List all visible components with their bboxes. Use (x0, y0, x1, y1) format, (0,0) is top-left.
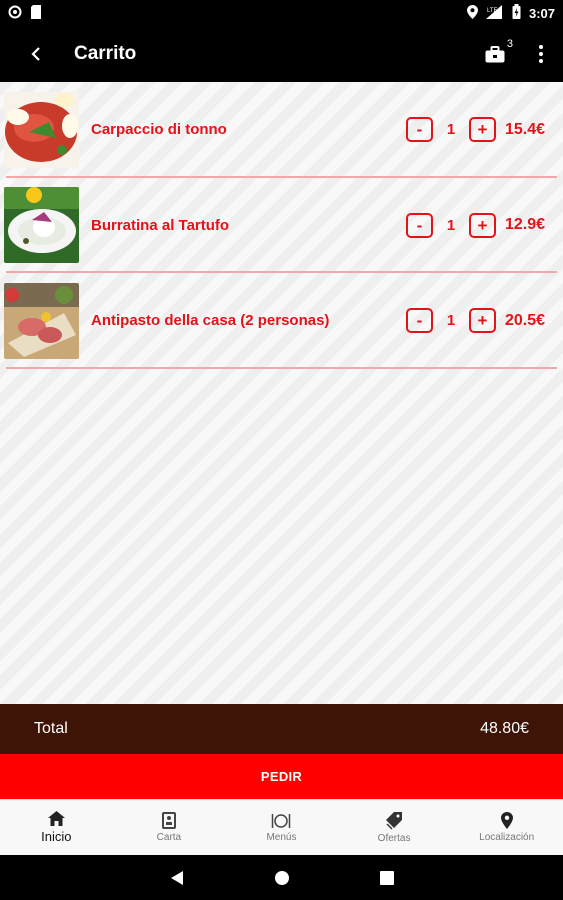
status-time: 3:07 (528, 5, 555, 21)
app-bar: Carrito 3 (0, 26, 563, 82)
quantity-stepper: - 1 + 20.5€ (406, 308, 551, 334)
briefcase-icon (485, 45, 505, 62)
cart-item: Antipasto della casa (2 personas) - 1 + … (0, 273, 563, 369)
item-quantity: 1 (446, 121, 456, 139)
quantity-stepper: - 1 + 12.9€ (406, 212, 551, 238)
cart-button[interactable]: 3 (471, 26, 519, 82)
svg-text:LTE: LTE (487, 8, 498, 14)
nav-item-inicio[interactable]: Inicio (0, 800, 113, 855)
nav-label: Ofertas (377, 832, 411, 844)
item-quantity: 1 (446, 312, 456, 330)
system-back-icon[interactable] (170, 870, 184, 886)
item-name: Carpaccio di tonno (91, 121, 227, 139)
increase-quantity-button[interactable]: + (469, 212, 496, 238)
home-icon (47, 811, 65, 826)
notification-circle-icon (8, 5, 22, 22)
total-bar: Total 48.80€ (0, 704, 563, 754)
cart-list: Carpaccio di tonno - 1 + 15.4€ Burratina… (0, 82, 563, 704)
more-vertical-icon (539, 45, 543, 63)
sd-card-icon (30, 4, 42, 22)
item-price: 20.5€ (505, 311, 546, 329)
tag-icon (386, 811, 403, 830)
item-price: 15.4€ (505, 120, 546, 138)
menu-card-icon (161, 812, 176, 829)
signal-icon: LTE (485, 4, 504, 22)
system-home-icon[interactable] (274, 870, 290, 886)
nav-label: Carta (156, 832, 182, 843)
total-value: 48.80€ (480, 720, 529, 737)
increase-quantity-button[interactable]: + (469, 308, 496, 334)
cart-item: Burratina al Tartufo - 1 + 12.9€ (0, 178, 563, 274)
location-pin-icon (500, 812, 513, 829)
page-title: Carrito (74, 43, 137, 64)
decrease-quantity-button[interactable]: - (406, 117, 433, 143)
dish-icon (272, 813, 291, 828)
total-label: Total (34, 720, 68, 737)
status-bar: LTE 3:07 (0, 0, 563, 26)
nav-item-ofertas[interactable]: Ofertas (338, 800, 451, 855)
item-image-burratina (4, 187, 79, 264)
nav-label: Inicio (41, 829, 72, 844)
back-button[interactable] (8, 26, 64, 82)
increase-quantity-button[interactable]: + (469, 117, 496, 143)
system-navigation-bar (0, 855, 563, 900)
item-price: 12.9€ (505, 216, 546, 234)
more-options-button[interactable] (519, 26, 563, 82)
nav-item-menus[interactable]: Menús (225, 800, 338, 855)
nav-item-localizacion[interactable]: Localización (450, 800, 563, 855)
item-name: Burratina al Tartufo (91, 216, 230, 234)
nav-item-carta[interactable]: Carta (113, 800, 226, 855)
order-button[interactable]: PEDIR (0, 754, 563, 799)
chevron-left-icon (31, 47, 40, 61)
item-image-carpaccio (4, 91, 79, 168)
decrease-quantity-button[interactable]: - (406, 308, 433, 334)
cart-item: Carpaccio di tonno - 1 + 15.4€ (0, 82, 563, 178)
decrease-quantity-button[interactable]: - (406, 212, 433, 238)
bottom-navigation: Inicio Carta Menús Ofertas Localización (0, 799, 563, 855)
location-icon (466, 4, 478, 22)
battery-icon (512, 4, 521, 22)
system-recents-icon[interactable] (379, 870, 394, 885)
item-quantity: 1 (446, 216, 456, 234)
item-image-antipasto (4, 282, 79, 359)
nav-label: Localización (479, 832, 535, 843)
quantity-stepper: - 1 + 15.4€ (406, 117, 551, 143)
nav-label: Menús (266, 831, 297, 843)
cart-count-badge: 3 (506, 38, 513, 50)
item-name: Antipasto della casa (2 personas) (91, 312, 330, 330)
